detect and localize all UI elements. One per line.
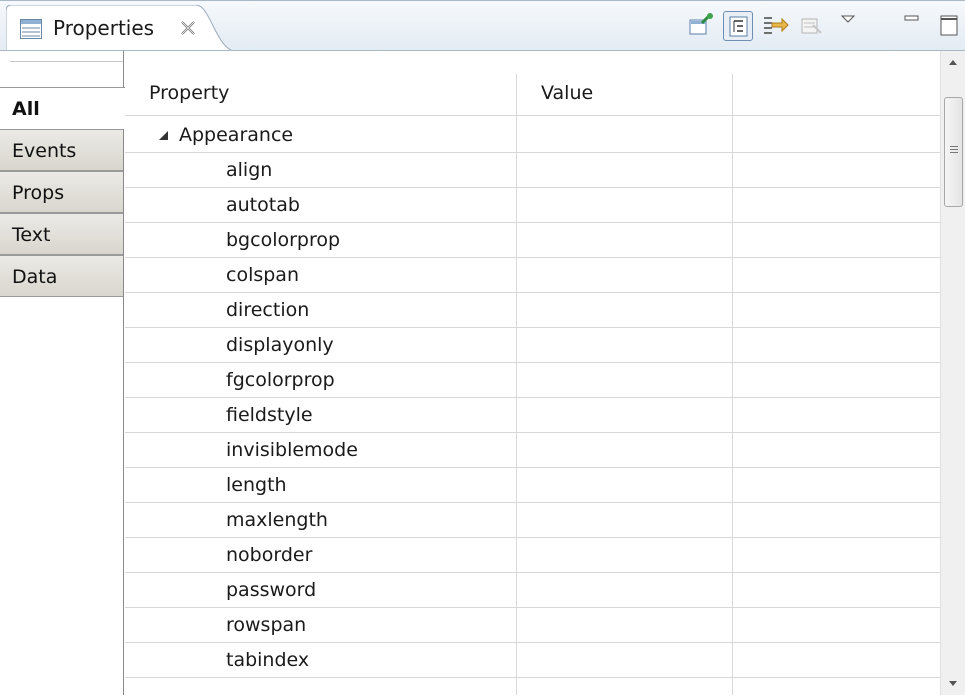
tab-all[interactable]: All xyxy=(0,87,125,129)
tab-events[interactable]: Events xyxy=(0,129,123,171)
grip-line xyxy=(950,146,958,147)
chevron-down-icon xyxy=(840,15,856,23)
properties-content: All Events Props Text Data Property Valu… xyxy=(0,50,965,695)
row-divider xyxy=(125,502,940,503)
row-divider xyxy=(125,467,940,468)
scroll-up-arrow-icon[interactable] xyxy=(941,51,965,73)
property-name: bgcolorprop xyxy=(226,229,341,251)
row-divider xyxy=(125,292,940,293)
column-header-value[interactable]: Value xyxy=(517,74,733,112)
property-name: length xyxy=(226,474,287,496)
table-row[interactable]: password xyxy=(125,573,940,608)
property-name: displayonly xyxy=(226,334,334,356)
property-name: password xyxy=(226,579,317,601)
restore-default-button[interactable] xyxy=(797,11,827,41)
property-name: noborder xyxy=(226,544,313,566)
scrollbar-thumb[interactable] xyxy=(944,97,963,207)
tab-props[interactable]: Props xyxy=(0,171,123,213)
table-row[interactable]: autotab xyxy=(125,188,940,223)
property-name: colspan xyxy=(226,264,299,286)
table-row[interactable]: align xyxy=(125,153,940,188)
property-name: fieldstyle xyxy=(226,404,313,426)
property-name: maxlength xyxy=(226,509,328,531)
row-divider xyxy=(125,537,940,538)
table-row[interactable]: fgcolorprop xyxy=(125,363,940,398)
table-row[interactable]: displayonly xyxy=(125,328,940,363)
category-label: Appearance xyxy=(179,124,294,146)
maximize-icon xyxy=(940,15,958,36)
row-divider xyxy=(125,432,940,433)
view-menu-button[interactable] xyxy=(836,11,866,41)
pin-icon xyxy=(689,13,713,35)
grip-line xyxy=(950,149,958,150)
view-title-bar: Properties xyxy=(0,0,965,52)
grip-line xyxy=(950,152,958,153)
table-row[interactable]: length xyxy=(125,468,940,503)
table-row[interactable]: noborder xyxy=(125,538,940,573)
property-name: invisiblemode xyxy=(226,439,358,461)
minimize-button[interactable] xyxy=(898,11,928,41)
property-name: autotab xyxy=(226,194,300,216)
table-row[interactable]: tabindex xyxy=(125,643,940,678)
show-advanced-button[interactable] xyxy=(760,11,790,41)
table-header: Property Value xyxy=(125,51,940,115)
table-row[interactable]: colspan xyxy=(125,258,940,293)
header-divider xyxy=(125,115,940,116)
property-name: direction xyxy=(226,299,310,321)
table-row[interactable]: rowspan xyxy=(125,608,940,643)
property-name: tabindex xyxy=(226,649,310,671)
column-header-extra[interactable] xyxy=(733,74,940,112)
pin-to-selection-button[interactable] xyxy=(686,11,716,41)
table-row[interactable]: maxlength xyxy=(125,503,940,538)
row-divider xyxy=(125,152,940,153)
property-name: fgcolorprop xyxy=(226,369,335,391)
table-row[interactable]: fieldstyle xyxy=(125,398,940,433)
minimize-icon xyxy=(904,15,919,21)
vertical-scrollbar[interactable] xyxy=(940,51,965,695)
view-toolbar xyxy=(0,1,965,51)
table-row[interactable]: invisiblemode xyxy=(125,433,940,468)
maximize-button[interactable] xyxy=(934,11,964,41)
row-divider xyxy=(125,327,940,328)
property-name: align xyxy=(226,159,273,181)
show-categories-button[interactable] xyxy=(723,11,753,41)
row-divider xyxy=(125,257,940,258)
scroll-down-arrow-icon[interactable] xyxy=(941,673,965,695)
expand-triangle-icon[interactable] xyxy=(158,130,169,141)
row-divider xyxy=(125,222,940,223)
row-divider xyxy=(125,572,940,573)
row-divider xyxy=(125,677,940,678)
row-divider xyxy=(125,642,940,643)
table-row[interactable]: bgcolorprop xyxy=(125,223,940,258)
row-divider xyxy=(125,607,940,608)
row-divider xyxy=(125,362,940,363)
column-header-property[interactable]: Property xyxy=(125,74,517,112)
filter-icon xyxy=(764,17,789,34)
tab-strip-divider xyxy=(10,61,123,62)
restore-icon xyxy=(801,18,822,34)
row-divider xyxy=(125,187,940,188)
property-name: rowspan xyxy=(226,614,307,636)
table-row[interactable]: direction xyxy=(125,293,940,328)
row-divider xyxy=(125,397,940,398)
category-tabs: All Events Props Text Data xyxy=(0,51,125,695)
tab-text[interactable]: Text xyxy=(0,213,123,255)
property-table: Property Value Appearance align autotab … xyxy=(125,51,940,695)
tab-data[interactable]: Data xyxy=(0,255,123,297)
tree-icon xyxy=(729,16,748,37)
category-row-appearance[interactable]: Appearance xyxy=(125,118,940,153)
